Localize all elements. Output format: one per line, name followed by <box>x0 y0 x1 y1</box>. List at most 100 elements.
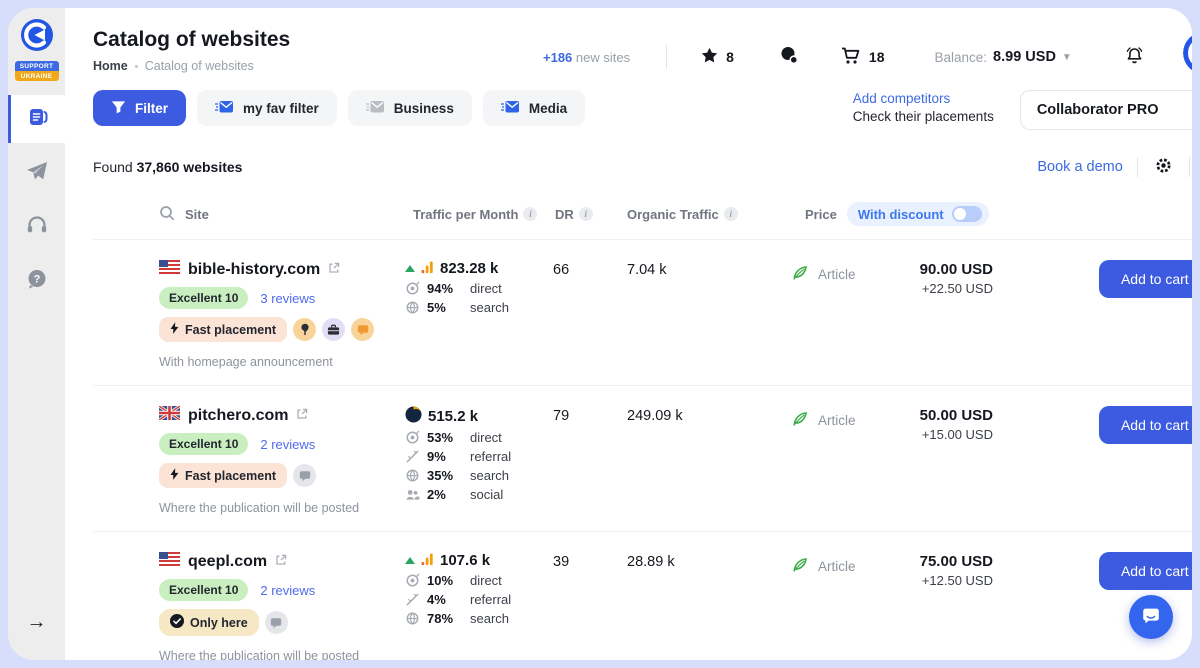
filter-button[interactable]: Filter <box>93 90 186 126</box>
only-here-badge: Only here <box>159 609 259 636</box>
placement-note: Where the publication will be posted <box>159 649 405 660</box>
column-header-traffic[interactable]: Traffic per Month <box>413 207 518 222</box>
table-header: Site Traffic per Month i DR i Organic Tr… <box>93 202 1192 239</box>
fav-filter-button[interactable]: my fav filter <box>197 90 337 126</box>
new-sites-count: +186 <box>543 50 572 65</box>
with-discount-toggle[interactable] <box>952 206 982 222</box>
similarweb-icon <box>405 406 422 426</box>
column-header-dr[interactable]: DR <box>555 207 574 222</box>
traffic-value: 107.6 k <box>440 552 490 569</box>
app-logo[interactable]: SUPPORT UKRAINE <box>15 18 59 81</box>
lightning-icon <box>170 468 179 483</box>
balance-value: 8.99 USD <box>993 49 1056 65</box>
column-header-price[interactable]: Price <box>805 207 837 222</box>
add-to-cart-button[interactable]: Add to cart <box>1099 552 1192 590</box>
favorites-button[interactable]: 8 <box>701 47 734 67</box>
info-icon[interactable]: i <box>724 207 738 221</box>
fast-placement-label: Fast placement <box>185 323 276 337</box>
price-extra: +12.50 USD <box>873 573 993 588</box>
chat-launcher-button[interactable] <box>1129 595 1173 639</box>
sidebar-item-telegram[interactable] <box>8 149 65 197</box>
trend-up-icon <box>405 265 415 272</box>
divider <box>1137 157 1138 177</box>
new-sites: +186 new sites <box>543 50 630 65</box>
divider <box>666 45 667 69</box>
reviews-link[interactable]: 2 reviews <box>260 583 315 598</box>
site-domain[interactable]: pitchero.com <box>188 407 288 425</box>
niche-tree-icon[interactable] <box>293 318 316 341</box>
dialogs-button[interactable] <box>780 46 799 68</box>
column-header-organic[interactable]: Organic Traffic <box>627 207 719 222</box>
question-bubble-icon: ? <box>26 268 48 295</box>
cart-button[interactable]: 18 <box>841 47 885 68</box>
referral-icon <box>405 449 420 464</box>
add-to-cart-button[interactable]: Add to cart <box>1099 260 1192 298</box>
comment-icon[interactable] <box>293 464 316 487</box>
external-link-icon[interactable] <box>328 261 340 279</box>
user-avatar[interactable] <box>1183 32 1192 74</box>
sidebar-item-catalog[interactable] <box>8 95 65 143</box>
add-to-cart-button[interactable]: Add to cart <box>1099 406 1192 444</box>
breadcrumb-current: Catalog of websites <box>145 59 254 73</box>
site-cell: qeepl.com Excellent 10 2 reviews Only he… <box>93 552 405 660</box>
price-value: 75.00 USD <box>873 553 993 570</box>
info-icon[interactable]: i <box>579 207 593 221</box>
reviews-link[interactable]: 3 reviews <box>260 291 315 306</box>
traffic-source: direct <box>470 430 502 445</box>
search-globe-icon <box>405 611 420 626</box>
discount-pill: With discount <box>847 202 989 226</box>
traffic-pct: 10% <box>427 573 463 588</box>
price-cell: 75.00 USD +12.50 USD <box>873 552 993 588</box>
column-header-site[interactable]: Site <box>185 207 209 222</box>
comment-icon[interactable] <box>351 318 374 341</box>
info-icon[interactable]: i <box>523 207 537 221</box>
search-icon[interactable] <box>159 205 175 224</box>
media-filter-button[interactable]: Media <box>483 90 585 126</box>
star-icon <box>701 47 718 67</box>
external-link-icon[interactable] <box>296 407 308 425</box>
traffic-cell: 515.2 k 53% direct 9% referral 35% searc… <box>405 406 553 502</box>
feather-icon <box>791 556 809 577</box>
book-demo-link[interactable]: Book a demo <box>1037 159 1122 175</box>
content-type-cell: Article <box>787 260 873 285</box>
breadcrumb: Home Catalog of websites <box>93 59 543 73</box>
sidebar-item-support[interactable] <box>8 203 65 251</box>
placement-note: With homepage announcement <box>159 355 405 369</box>
plan-select[interactable]: Collaborator PRO ▼ <box>1020 90 1192 130</box>
intercom-chat-icon <box>1140 605 1162 630</box>
check-placements-text: Check their placements <box>853 108 994 126</box>
breadcrumb-home[interactable]: Home <box>93 59 128 73</box>
sidebar-item-help[interactable]: ? <box>8 257 65 305</box>
traffic-source: search <box>470 468 509 483</box>
cart-count: 18 <box>869 49 885 65</box>
site-domain[interactable]: qeepl.com <box>188 553 267 571</box>
external-link-icon[interactable] <box>275 553 287 571</box>
organic-value: 7.04 k <box>627 260 787 278</box>
table-row: bible-history.com Excellent 10 3 reviews… <box>93 239 1192 385</box>
chevron-down-icon: ▼ <box>1062 52 1072 63</box>
check-circle-icon <box>170 614 184 631</box>
balance-label: Balance: <box>935 50 988 65</box>
envelope-blue-icon <box>215 100 234 117</box>
site-domain[interactable]: bible-history.com <box>188 261 320 279</box>
only-here-label: Only here <box>190 616 248 630</box>
notifications-button[interactable] <box>1124 46 1145 68</box>
traffic-pct: 35% <box>427 468 463 483</box>
business-filter-button[interactable]: Business <box>348 90 472 126</box>
sidebar-collapse-button[interactable]: → <box>8 611 65 634</box>
reviews-link[interactable]: 2 reviews <box>260 437 315 452</box>
direct-target-icon <box>405 430 420 445</box>
media-filter-label: Media <box>529 101 567 116</box>
comment-icon[interactable] <box>265 611 288 634</box>
support-ukraine-badge: SUPPORT UKRAINE <box>15 61 59 81</box>
direct-target-icon <box>405 281 420 296</box>
price-value: 50.00 USD <box>873 407 993 424</box>
rating-badge: Excellent 10 <box>159 433 248 455</box>
feather-icon <box>791 410 809 431</box>
balance-selector[interactable]: Balance: 8.99 USD ▼ <box>935 49 1072 65</box>
traffic-pct: 5% <box>427 300 463 315</box>
add-competitors-link[interactable]: Add competitors <box>853 91 951 106</box>
business-briefcase-icon[interactable] <box>322 318 345 341</box>
traffic-cell: 823.28 k 94% direct 5% search <box>405 260 553 315</box>
table-settings-button[interactable] <box>1152 154 1175 180</box>
